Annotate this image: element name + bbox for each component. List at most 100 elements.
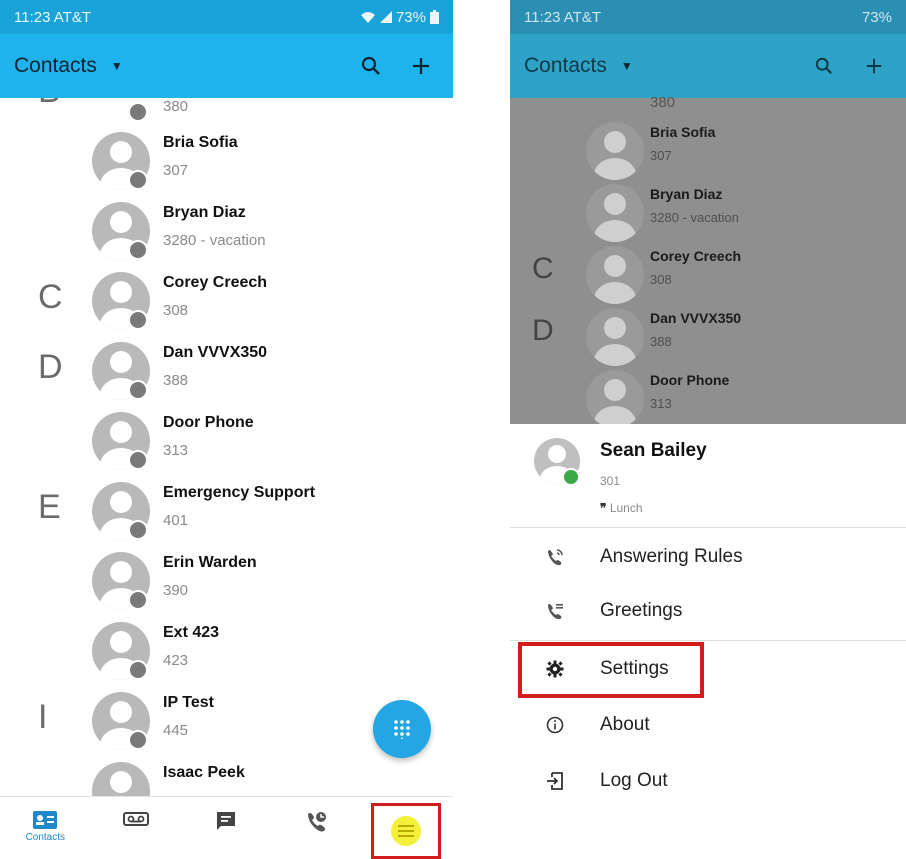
dialpad-button[interactable] bbox=[373, 700, 431, 758]
contact-ext: 308 bbox=[163, 302, 189, 319]
list-item[interactable]: E Emergency Support 401 bbox=[0, 478, 453, 548]
contact-name: Corey Creech bbox=[163, 274, 268, 291]
contact-name: Ext 423 bbox=[163, 624, 220, 641]
menu-button-highlight[interactable] bbox=[371, 803, 441, 859]
greetings-icon bbox=[546, 602, 584, 620]
status-bar: 11:23 AT&T 73% bbox=[0, 0, 453, 34]
avatar bbox=[586, 184, 644, 242]
add-icon[interactable] bbox=[403, 48, 439, 84]
nav-voicemail[interactable] bbox=[91, 797, 182, 859]
signal-icon bbox=[379, 11, 392, 23]
wifi-icon bbox=[360, 12, 375, 23]
contact-name: Isaac Peek bbox=[163, 764, 245, 781]
section-letter: B bbox=[38, 98, 61, 111]
list-item[interactable]: Ext 423 423 bbox=[0, 618, 453, 688]
menu-item-greetings[interactable]: Greetings bbox=[510, 584, 906, 638]
nav-contacts[interactable]: Contacts bbox=[0, 797, 91, 859]
menu-drawer: Sean Bailey 301 ❞ Lunch Answering Rules … bbox=[510, 424, 906, 820]
contact-name: Door Phone bbox=[650, 372, 730, 388]
divider bbox=[510, 640, 906, 641]
list-item: Bria Sofia 307 bbox=[510, 118, 906, 188]
phone-icon bbox=[128, 310, 148, 330]
contact-ext: 388 bbox=[650, 334, 672, 349]
list-item[interactable]: Bria Sofia 307 bbox=[0, 128, 453, 198]
search-icon[interactable] bbox=[353, 48, 389, 84]
contact-ext: 401 bbox=[163, 512, 189, 529]
contact-name: Corey Creech bbox=[650, 248, 742, 264]
add-icon bbox=[856, 48, 892, 84]
phone-icon bbox=[128, 240, 148, 260]
list-item[interactable]: Bryan Diaz 3280 - vacation bbox=[0, 198, 453, 268]
menu-item-logout[interactable]: Log Out bbox=[510, 754, 906, 808]
nav-chat[interactable] bbox=[181, 797, 272, 859]
section-letter: I bbox=[38, 698, 48, 736]
phone-icon bbox=[128, 450, 148, 470]
menu-icon[interactable] bbox=[391, 816, 421, 846]
list-item[interactable]: Erin Warden 390 bbox=[0, 548, 453, 618]
contact-ext: 307 bbox=[163, 162, 189, 179]
logout-icon bbox=[546, 772, 584, 790]
contact-name: Bria Sofia bbox=[650, 124, 716, 140]
nav-call-history[interactable] bbox=[272, 797, 363, 859]
contact-list-dimmed: 380 Bria Sofia 307 Bryan Diaz 3280 - vac… bbox=[510, 90, 906, 424]
contact-ext: 313 bbox=[163, 442, 189, 459]
section-letter: D bbox=[532, 314, 554, 347]
profile-name: Sean Bailey bbox=[600, 440, 707, 461]
contacts-icon bbox=[33, 811, 58, 829]
battery-text: 73% bbox=[395, 8, 426, 26]
list-item: C Corey Creech 308 bbox=[510, 242, 906, 312]
chat-icon bbox=[217, 812, 236, 830]
contact-name: Dan VVVX350 bbox=[650, 310, 742, 326]
contact-ext: 423 bbox=[163, 652, 189, 669]
menu-item-label: Log Out bbox=[600, 770, 668, 791]
phone-icon bbox=[128, 520, 148, 540]
call-history-icon bbox=[308, 812, 327, 832]
contact-ext: 3280 - vacation bbox=[163, 232, 266, 249]
quote-icon: ❞ bbox=[600, 501, 607, 515]
contact-ext: 307 bbox=[650, 148, 672, 163]
contact-name: Emergency Support bbox=[163, 484, 316, 501]
profile-status: Lunch bbox=[609, 501, 643, 515]
status-time: 11:23 AT&T bbox=[14, 8, 91, 26]
contact-ext: 388 bbox=[163, 372, 189, 389]
menu-item-label: Answering Rules bbox=[600, 546, 743, 567]
contact-ext: 390 bbox=[163, 582, 189, 599]
contact-name: Bryan Diaz bbox=[163, 204, 246, 221]
contact-list: B 380 Bria Sofia 307 Bryan Diaz 3280 - v… bbox=[0, 98, 453, 796]
search-icon bbox=[806, 48, 842, 84]
contact-name: Door Phone bbox=[163, 414, 254, 431]
contact-ext: 380 bbox=[650, 94, 676, 111]
voicemail-icon bbox=[122, 812, 149, 826]
settings-highlight bbox=[518, 642, 704, 698]
contact-ext: 445 bbox=[163, 722, 189, 739]
menu-item-answering-rules[interactable]: Answering Rules bbox=[510, 530, 906, 584]
app-bar: Contacts ▼ bbox=[0, 34, 453, 98]
dialpad-icon bbox=[394, 720, 410, 739]
battery-text: 73% bbox=[861, 8, 892, 26]
list-item[interactable]: C Corey Creech 308 bbox=[0, 268, 453, 338]
page-title[interactable]: Contacts bbox=[14, 54, 97, 78]
list-item[interactable]: D Dan VVVX350 388 bbox=[0, 338, 453, 408]
contacts-screen: 11:23 AT&T 73% Contacts ▼ B 380 Bria bbox=[0, 0, 453, 859]
avatar bbox=[586, 122, 644, 180]
phone-icon bbox=[128, 170, 148, 190]
avatar bbox=[586, 308, 644, 366]
page-title: Contacts bbox=[524, 54, 607, 77]
status-time: 11:23 AT&T bbox=[524, 8, 601, 26]
menu-item-about[interactable]: About bbox=[510, 698, 906, 752]
divider bbox=[510, 527, 906, 528]
chevron-down-icon[interactable]: ▼ bbox=[111, 59, 123, 73]
menu-item-label: About bbox=[600, 714, 650, 735]
contact-name: Erin Warden bbox=[163, 554, 257, 571]
list-item[interactable]: Door Phone 313 bbox=[0, 408, 453, 478]
phone-icon bbox=[128, 590, 148, 610]
list-item[interactable]: Isaac Peek bbox=[0, 758, 453, 796]
contact-ext: 380 bbox=[163, 98, 189, 115]
nav-contacts-label: Contacts bbox=[25, 832, 66, 843]
battery-icon bbox=[430, 10, 439, 24]
contact-name: Bryan Diaz bbox=[650, 186, 723, 202]
contact-ext: 313 bbox=[650, 396, 672, 411]
contact-name: Dan VVVX350 bbox=[163, 344, 268, 361]
avatar bbox=[586, 246, 644, 304]
section-letter: C bbox=[38, 278, 63, 316]
